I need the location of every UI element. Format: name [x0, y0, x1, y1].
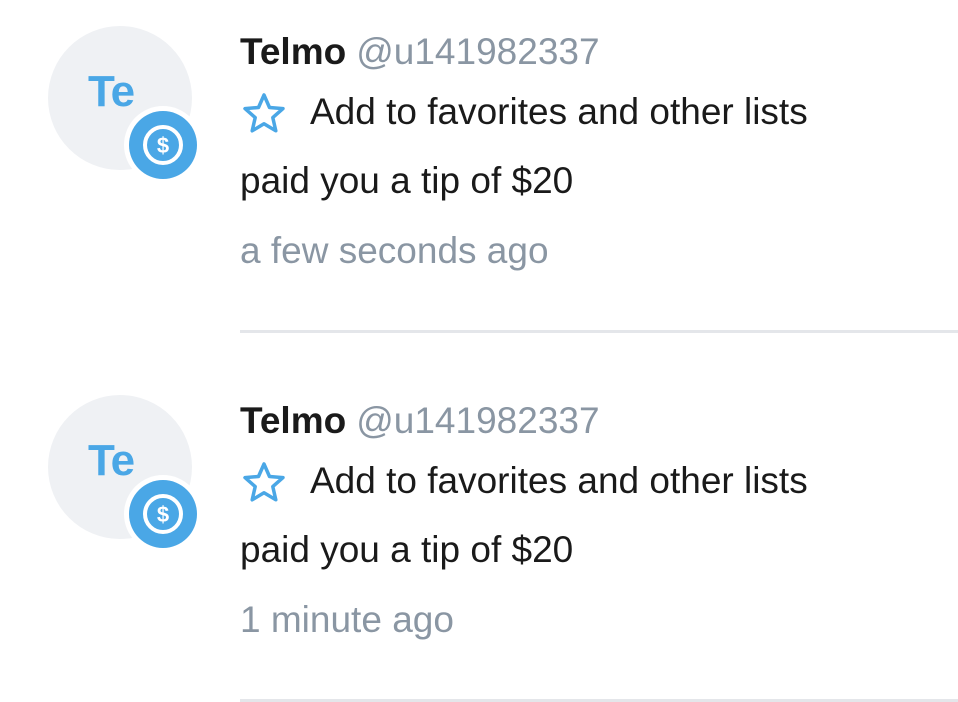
star-outline-icon — [243, 462, 285, 502]
avatar[interactable]: Te $ — [48, 26, 202, 184]
notification-item: Te $ Telmo @u141982337 Add to favorites a… — [0, 0, 958, 333]
notification-timestamp: a few seconds ago — [240, 230, 549, 271]
add-to-favorites-label: Add to favorites and other lists — [310, 460, 808, 501]
dollar-icon: $ — [129, 111, 197, 179]
add-to-favorites-label: Add to favorites and other lists — [310, 91, 808, 132]
user-handle[interactable]: @u141982337 — [356, 31, 599, 72]
avatar-initials: Te — [88, 67, 135, 116]
avatar[interactable]: Te $ — [48, 395, 202, 553]
notification-item: Te $ Telmo @u141982337 Add to favorites a… — [0, 369, 958, 702]
star-outline-icon — [243, 93, 285, 133]
dollar-icon: $ — [129, 480, 197, 548]
user-handle[interactable]: @u141982337 — [356, 400, 599, 441]
notification-message: paid you a tip of $20 — [240, 160, 574, 201]
user-name[interactable]: Telmo — [240, 31, 346, 72]
avatar-initials: Te — [88, 436, 135, 485]
name-line: Telmo @u141982337 — [240, 399, 600, 443]
user-name[interactable]: Telmo — [240, 400, 346, 441]
tip-badge: $ — [124, 106, 202, 184]
notification-timestamp: 1 minute ago — [240, 599, 454, 640]
tip-badge: $ — [124, 475, 202, 553]
notification-message: paid you a tip of $20 — [240, 529, 574, 570]
svg-text:$: $ — [157, 133, 169, 158]
name-line: Telmo @u141982337 — [240, 30, 600, 74]
divider — [240, 330, 958, 333]
notification-feed: Te $ Telmo @u141982337 Add to favorites a… — [0, 0, 958, 702]
svg-text:$: $ — [157, 502, 169, 527]
